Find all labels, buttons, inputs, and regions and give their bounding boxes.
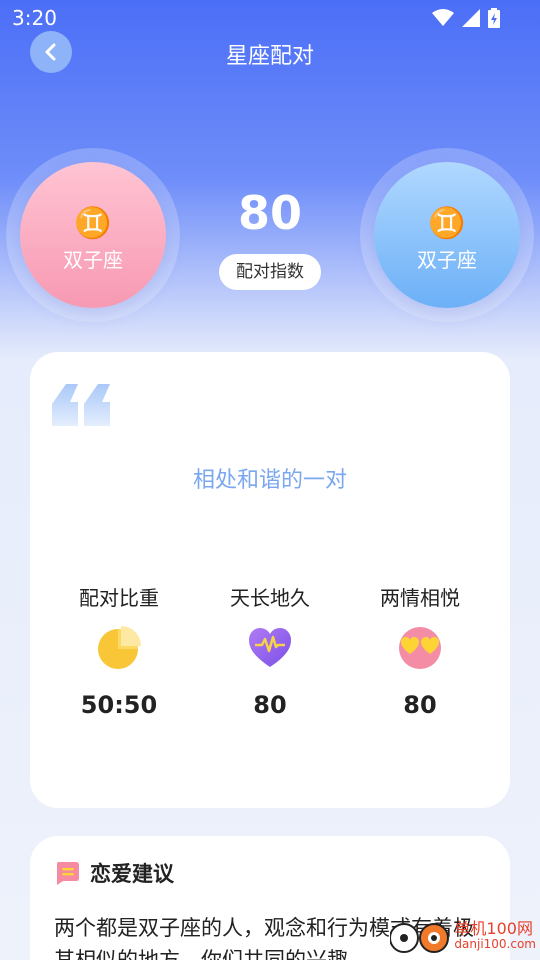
watermark-text: 单机100网: [454, 919, 533, 938]
right-sign-name: 双子座: [417, 248, 477, 272]
watermark: 单机100网 danji100.com: [390, 916, 536, 956]
left-sign-name: 双子座: [63, 248, 123, 272]
metric-everlasting: 天长地久 80: [200, 582, 340, 719]
watermark-logo-icon: [390, 923, 450, 953]
advice-header: 恋爱建议: [54, 858, 174, 888]
metric-title: 天长地久: [230, 586, 310, 610]
heartbeat-heart-icon: [249, 628, 291, 667]
battery-icon: [488, 8, 500, 28]
compatibility-summary: 相处和谐的一对: [192, 468, 347, 493]
cellular-signal-icon: [462, 9, 480, 27]
metric-title: 两情相悦: [380, 586, 460, 610]
watermark-text-group: 单机100网 danji100.com: [454, 919, 536, 952]
watermark-url: danji100.com: [454, 937, 536, 951]
advice-title: 恋爱建议: [90, 862, 174, 886]
metric-value: 80: [403, 691, 437, 719]
status-time: 3:20: [12, 6, 57, 30]
metric-value: 50:50: [80, 691, 158, 719]
metric-title: 配对比重: [79, 586, 159, 610]
pie-chart-icon: [98, 626, 141, 669]
heart-eyes-icon: [399, 627, 441, 669]
metric-mutual-love: 两情相悦 80: [350, 582, 490, 719]
quote-icon: [52, 384, 110, 426]
status-icons: [432, 8, 500, 28]
metric-match-ratio: 配对比重 50:50: [49, 582, 189, 719]
message-icon: [57, 862, 79, 885]
match-result-card: 相处和谐的一对 配对比重 50:50 天长地久 80 两情相悦 80: [30, 352, 510, 808]
match-score-label: 配对指数: [219, 254, 321, 290]
match-score: 80: [237, 186, 302, 240]
wifi-icon: [432, 9, 454, 26]
page-title: 星座配对: [225, 44, 314, 69]
metric-value: 80: [253, 691, 287, 719]
status-bar: 3:20: [0, 0, 540, 36]
